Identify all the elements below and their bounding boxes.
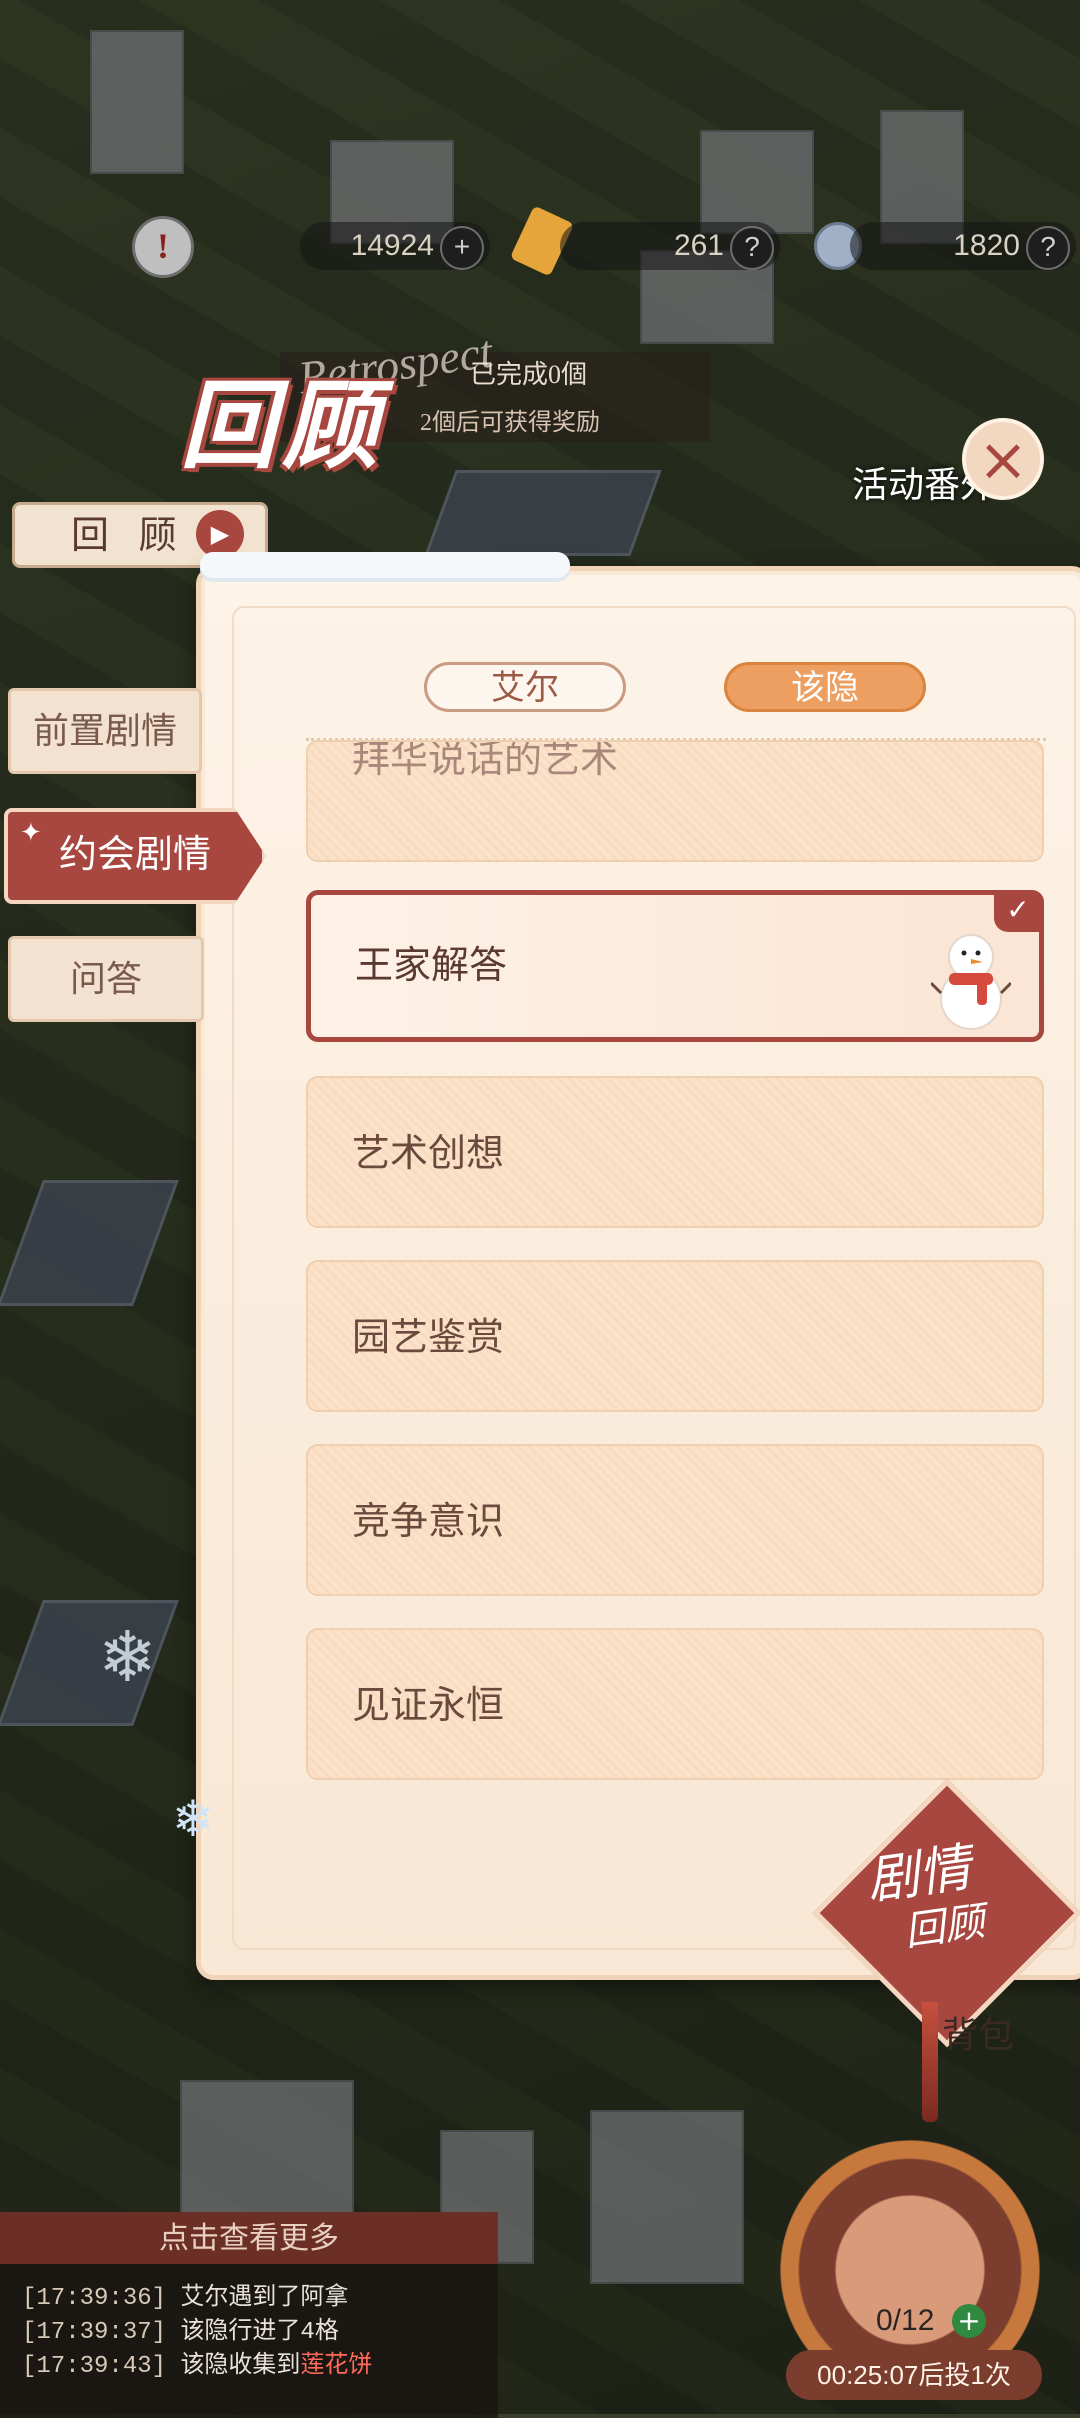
list-item-label: 王家解答 (355, 945, 508, 987)
log-line: [17:39:36] 艾尔遇到了阿拿 (22, 2276, 348, 2312)
close-icon: × (977, 425, 1029, 495)
review-button-label: 回 顾 (71, 515, 187, 557)
log-view-more-button[interactable]: 点击查看更多 (0, 2214, 498, 2264)
snowflake-icon: ❄ (98, 1616, 157, 1698)
badge-text-line2: 回顾 (901, 1898, 988, 1955)
map-tile (424, 470, 662, 556)
snow-decoration (200, 552, 570, 578)
tickets-help-button[interactable]: ? (1026, 226, 1070, 270)
side-tab-qa[interactable]: 问答 (8, 936, 204, 1022)
log-text: 该隐行进了4格 (180, 2319, 339, 2346)
coins-counter: 14924 + (300, 222, 490, 270)
list-item[interactable]: 艺术创想 (306, 1076, 1044, 1228)
tab-aier[interactable]: 艾尔 (424, 662, 626, 712)
backpack-button[interactable]: 背包 (942, 2006, 1014, 2058)
building (700, 130, 814, 234)
log-timestamp: [17:39:37] (22, 2319, 167, 2346)
tickets-counter: 1820 ? (850, 222, 1076, 270)
list-item-label: 艺术创想 (352, 1133, 505, 1175)
log-timestamp: [17:39:43] (22, 2353, 167, 2380)
list-item[interactable]: 竞争意识 (306, 1444, 1044, 1596)
list-item-label: 见证永恒 (352, 1685, 505, 1727)
tassel-decoration (922, 2002, 938, 2122)
gems-help-button[interactable]: ? (730, 226, 774, 270)
list-item-label: 竞争意识 (352, 1501, 505, 1543)
add-dice-button[interactable]: + (952, 2304, 986, 2338)
log-line: [17:39:43] 该隐收集到莲花饼 (22, 2344, 372, 2380)
list-item-label: 拜华说话的艺术 (352, 740, 619, 781)
gems-value: 261 (673, 229, 724, 262)
snowman-icon (931, 934, 1011, 1030)
list-item[interactable]: 见证永恒 (306, 1628, 1044, 1780)
list-item-selected[interactable]: 王家解答 ✓ (306, 890, 1044, 1042)
building (590, 2110, 744, 2284)
alert-icon[interactable]: ! (132, 216, 194, 278)
list-item-label: 园艺鉴赏 (352, 1317, 505, 1359)
log-timestamp: [17:39:36] (22, 2285, 167, 2312)
tickets-value: 1820 (953, 229, 1020, 262)
dice-timer: 00:25:07后投1次 (786, 2350, 1042, 2400)
banner-reward-text: 2個后可获得奖励 (420, 410, 600, 436)
tab-gaiyin[interactable]: 该隐 (724, 662, 926, 712)
coins-value: 14924 (350, 229, 434, 262)
building (90, 30, 184, 174)
building (180, 2080, 354, 2234)
log-highlight: 莲花饼 (300, 2353, 373, 2380)
side-tab-prelude[interactable]: 前置剧情 (8, 688, 202, 774)
log-line: [17:39:37] 该隐行进了4格 (22, 2310, 339, 2346)
list-item[interactable]: 园艺鉴赏 (306, 1260, 1044, 1412)
log-header-label: 点击查看更多 (159, 2222, 339, 2255)
snowflake-icon: ❄ (172, 1790, 214, 1848)
sparkle-icon: ✦ (20, 818, 42, 847)
list-item[interactable]: 拜华说话的艺术 (306, 740, 1044, 862)
gems-counter: 261 ? (560, 222, 780, 270)
log-text: 该隐收集到 (180, 2353, 301, 2380)
side-tab-date-story[interactable]: 约会剧情 (4, 808, 266, 904)
dice-counter: 0/12 (876, 2304, 935, 2337)
page-title: 回顾 (180, 373, 384, 480)
add-coins-button[interactable]: + (440, 226, 484, 270)
close-button[interactable]: × (962, 418, 1044, 500)
play-icon: ▶ (196, 510, 244, 558)
log-text: 艾尔遇到了阿拿 (180, 2285, 349, 2312)
